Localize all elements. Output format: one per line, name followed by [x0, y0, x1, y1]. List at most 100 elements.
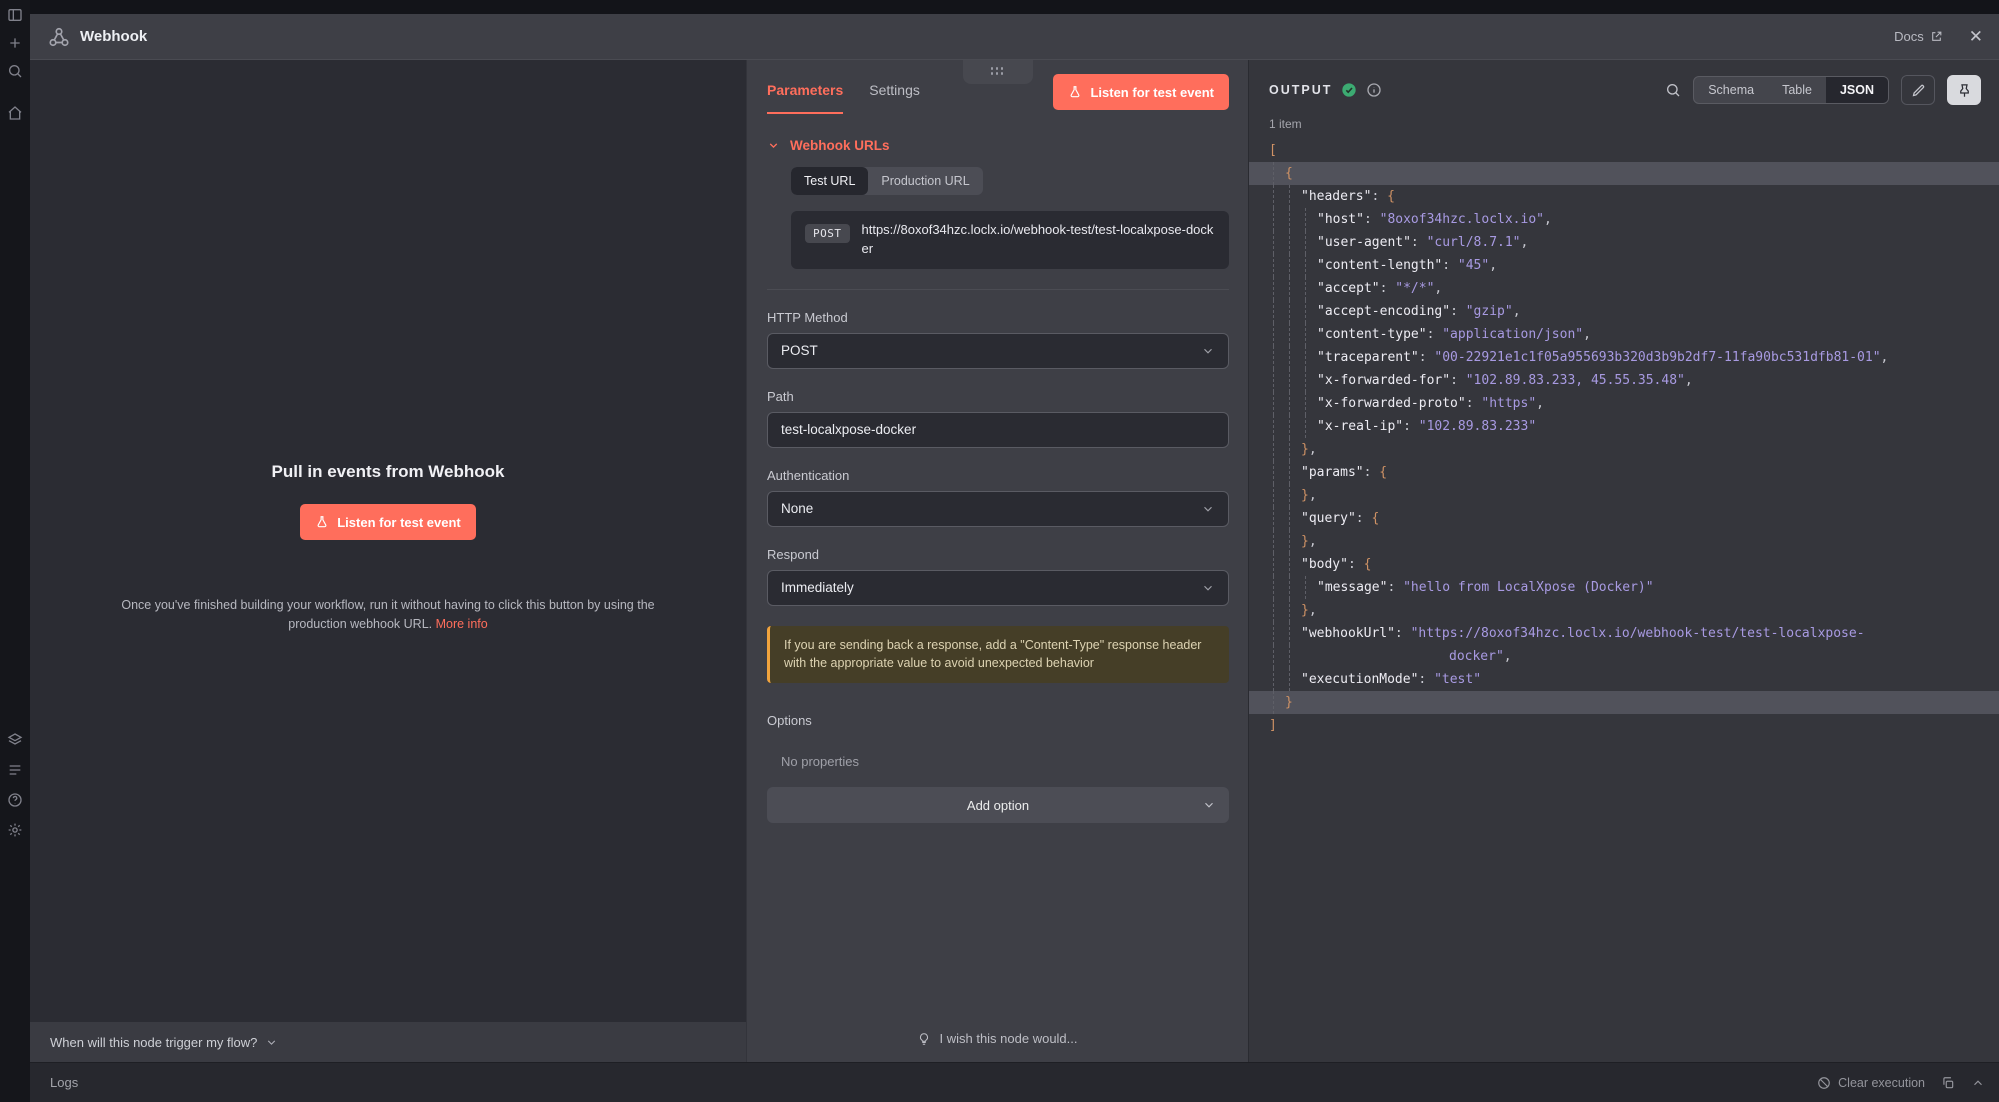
json-line[interactable]: },: [1249, 599, 1999, 622]
authentication-select[interactable]: None: [767, 491, 1229, 527]
json-line[interactable]: "body": {: [1249, 553, 1999, 576]
url-mode-toggle: Test URL Production URL: [791, 167, 983, 195]
drag-dots-icon: [991, 67, 1006, 77]
docs-label: Docs: [1894, 29, 1924, 44]
modal-body: Pull in events from Webhook Listen for t…: [30, 60, 1999, 1062]
json-line[interactable]: ]: [1249, 714, 1999, 737]
webhook-url-text: https://8oxof34hzc.loclx.io/webhook-test…: [862, 221, 1216, 259]
test-url-toggle[interactable]: Test URL: [791, 167, 868, 195]
add-option-button[interactable]: Add option: [767, 787, 1229, 823]
output-view-switch: Schema Table JSON: [1693, 76, 1889, 104]
view-tab-json[interactable]: JSON: [1826, 77, 1888, 103]
field-label-respond: Respond: [767, 547, 1229, 562]
sidebar-toggle-icon[interactable]: [7, 7, 23, 23]
json-line[interactable]: "x-forwarded-proto": "https",: [1249, 392, 1999, 415]
slash-circle-icon: [1817, 1076, 1831, 1090]
webhook-urls-section-toggle[interactable]: Webhook URLs: [767, 138, 1229, 153]
output-panel: OUTPUT Schema Table JSON: [1248, 60, 1999, 1062]
trigger-hint: Once you've finished building your workf…: [116, 596, 661, 634]
json-line[interactable]: "host": "8oxof34hzc.loclx.io",: [1249, 208, 1999, 231]
view-tab-schema[interactable]: Schema: [1694, 77, 1768, 103]
path-input[interactable]: [767, 412, 1229, 448]
json-line[interactable]: }: [1249, 691, 1999, 714]
flask-icon: [1068, 85, 1082, 99]
json-line[interactable]: "accept": "*/*",: [1249, 277, 1999, 300]
help-icon[interactable]: [7, 792, 23, 808]
docs-link[interactable]: Docs: [1894, 29, 1943, 44]
json-line[interactable]: "content-type": "application/json",: [1249, 323, 1999, 346]
json-line[interactable]: },: [1249, 530, 1999, 553]
input-panel: Pull in events from Webhook Listen for t…: [30, 60, 746, 1062]
logs-toggle[interactable]: Logs: [50, 1075, 78, 1090]
response-notice: If you are sending back a response, add …: [767, 626, 1229, 684]
flask-icon: [315, 515, 329, 529]
output-actions: Schema Table JSON: [1665, 75, 1981, 105]
tab-parameters[interactable]: Parameters: [767, 82, 843, 114]
home-icon[interactable]: [7, 105, 23, 121]
json-line[interactable]: "user-agent": "curl/8.7.1",: [1249, 231, 1999, 254]
listen-button-label: Listen for test event: [337, 515, 461, 530]
info-icon: [1366, 82, 1382, 98]
json-line[interactable]: "query": {: [1249, 507, 1999, 530]
webhook-url-display[interactable]: POST https://8oxof34hzc.loclx.io/webhook…: [791, 211, 1229, 269]
wish-row[interactable]: I wish this node would...: [747, 1031, 1248, 1046]
trigger-block: Pull in events from Webhook Listen for t…: [30, 462, 746, 634]
webhook-urls-body: Test URL Production URL POST https://8ox…: [791, 153, 1229, 269]
chevron-down-icon: [265, 1036, 278, 1049]
json-line[interactable]: },: [1249, 438, 1999, 461]
production-url-toggle[interactable]: Production URL: [868, 167, 982, 195]
json-line[interactable]: "traceparent": "00-22921e1c1f05a955693b3…: [1249, 346, 1999, 369]
listen-test-event-button-top[interactable]: Listen for test event: [1053, 74, 1229, 110]
respond-value: Immediately: [781, 580, 854, 595]
json-line[interactable]: "executionMode": "test": [1249, 668, 1999, 691]
json-line[interactable]: "accept-encoding": "gzip",: [1249, 300, 1999, 323]
json-line[interactable]: },: [1249, 484, 1999, 507]
output-title-group: OUTPUT: [1269, 82, 1382, 98]
hint-text: Once you've finished building your workf…: [121, 598, 654, 631]
node-trigger-question[interactable]: When will this node trigger my flow?: [30, 1022, 746, 1062]
gear-icon[interactable]: [7, 822, 23, 838]
stack-icon[interactable]: [7, 732, 23, 748]
json-line[interactable]: {: [1249, 162, 1999, 185]
json-line[interactable]: "params": {: [1249, 461, 1999, 484]
app-sidebar: [0, 0, 30, 1102]
json-line[interactable]: "webhookUrl": "https://8oxof34hzc.loclx.…: [1249, 622, 1999, 645]
json-line[interactable]: [: [1249, 139, 1999, 162]
respond-select[interactable]: Immediately: [767, 570, 1229, 606]
json-line[interactable]: docker",: [1249, 645, 1999, 668]
listen-test-event-button[interactable]: Listen for test event: [300, 504, 476, 540]
plus-icon[interactable]: [7, 35, 23, 51]
json-line[interactable]: "x-real-ip": "102.89.83.233": [1249, 415, 1999, 438]
json-line[interactable]: "headers": {: [1249, 185, 1999, 208]
clear-execution-button[interactable]: Clear execution: [1817, 1076, 1925, 1090]
search-icon[interactable]: [1665, 82, 1681, 98]
copy-icon[interactable]: [1941, 1076, 1955, 1090]
tab-settings[interactable]: Settings: [869, 82, 920, 114]
chevron-down-icon: [1202, 798, 1216, 812]
http-method-select[interactable]: POST: [767, 333, 1229, 369]
json-line[interactable]: "x-forwarded-for": "102.89.83.233, 45.55…: [1249, 369, 1999, 392]
chevron-down-icon: [767, 139, 780, 152]
pin-data-button[interactable]: [1947, 75, 1981, 105]
node-details-modal: Webhook Docs ✕ Pull in events from Webho…: [30, 14, 1999, 1102]
edit-output-button[interactable]: [1901, 75, 1935, 105]
view-tab-table[interactable]: Table: [1768, 77, 1826, 103]
trigger-heading: Pull in events from Webhook: [30, 462, 746, 482]
output-title: OUTPUT: [1269, 83, 1332, 97]
close-icon[interactable]: ✕: [1969, 28, 1983, 45]
field-label-path: Path: [767, 389, 1229, 404]
no-properties-text: No properties: [781, 754, 1229, 769]
parameters-content: Webhook URLs Test URL Production URL POS…: [747, 114, 1248, 1062]
chevron-down-icon: [1201, 344, 1215, 358]
panel-drag-handle[interactable]: [963, 60, 1033, 84]
output-header: OUTPUT Schema Table JSON: [1249, 60, 1999, 105]
section-divider: [767, 289, 1229, 290]
json-line[interactable]: "message": "hello from LocalXpose (Docke…: [1249, 576, 1999, 599]
trigger-question-label: When will this node trigger my flow?: [50, 1035, 257, 1050]
more-info-link[interactable]: More info: [436, 617, 488, 631]
json-line[interactable]: "content-length": "45",: [1249, 254, 1999, 277]
search-icon[interactable]: [7, 63, 23, 79]
logs-list-icon[interactable]: [7, 762, 23, 778]
add-option-label: Add option: [967, 798, 1029, 813]
chevron-up-icon[interactable]: [1971, 1076, 1985, 1090]
